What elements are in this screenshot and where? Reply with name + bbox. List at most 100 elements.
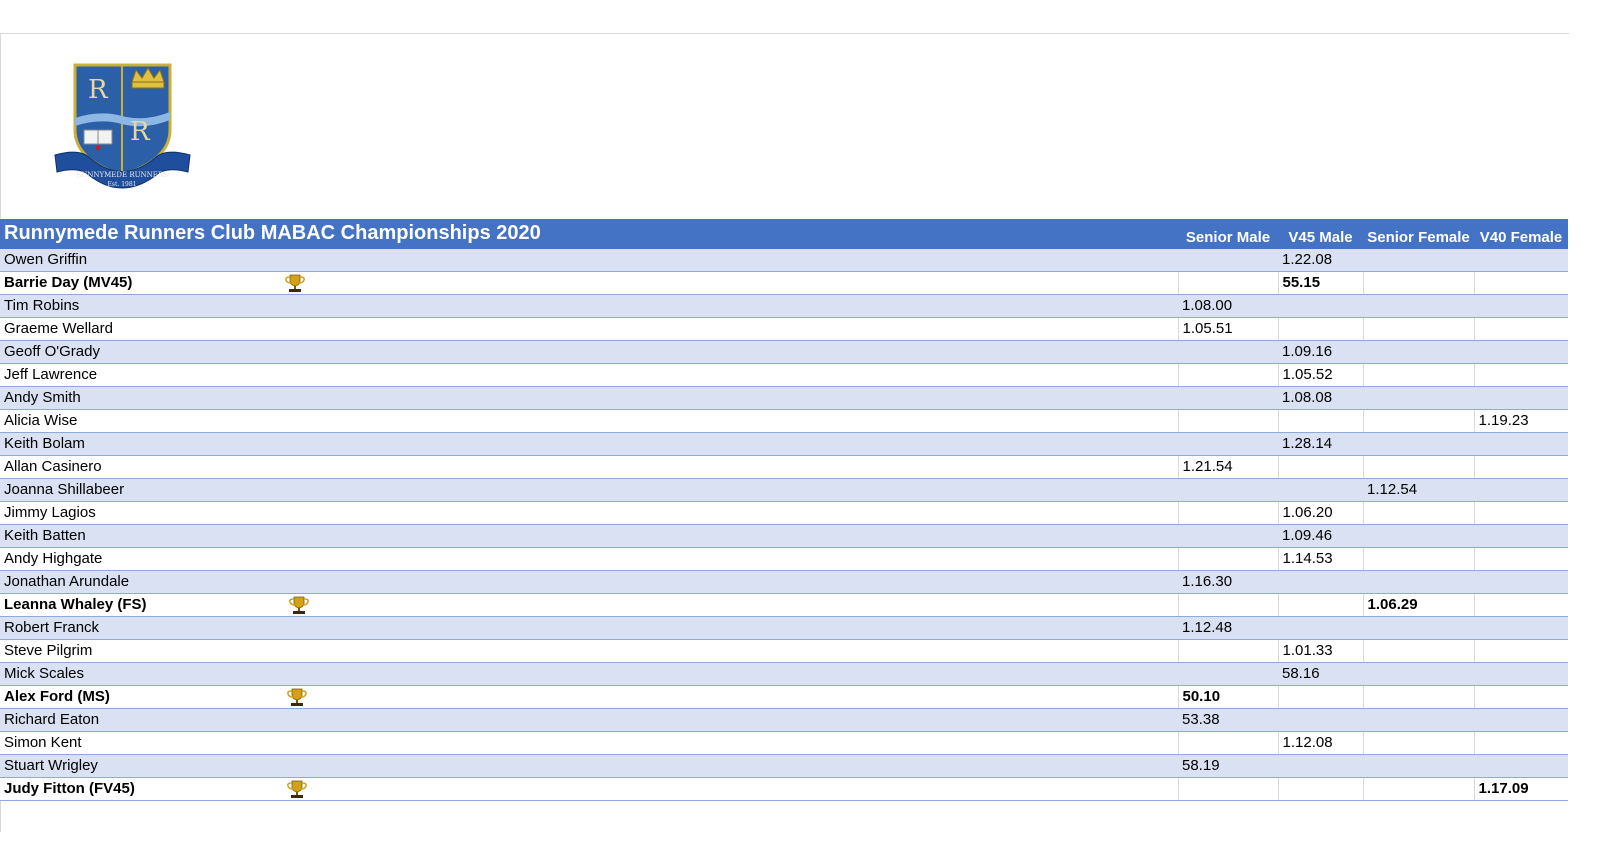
time-cell[interactable] xyxy=(1474,524,1568,548)
time-cell[interactable] xyxy=(1362,777,1474,801)
runner-name-cell[interactable]: Owen Griffin xyxy=(0,248,1178,272)
time-cell[interactable] xyxy=(1362,501,1474,525)
time-cell[interactable] xyxy=(1178,478,1278,502)
time-cell[interactable] xyxy=(1277,685,1363,709)
runner-name-cell[interactable]: Jeff Lawrence xyxy=(0,363,1178,387)
time-cell[interactable]: 1.17.09 xyxy=(1473,777,1568,801)
time-cell[interactable] xyxy=(1178,340,1278,364)
runner-name-cell[interactable]: Graeme Wellard xyxy=(0,317,1178,341)
time-cell[interactable] xyxy=(1473,363,1568,387)
runner-name-cell[interactable]: Robert Franck xyxy=(0,616,1178,640)
time-cell[interactable] xyxy=(1278,616,1363,640)
column-header-v40-female[interactable]: V40 Female xyxy=(1474,219,1568,249)
time-cell[interactable] xyxy=(1278,478,1363,502)
time-cell[interactable] xyxy=(1278,570,1363,594)
time-cell[interactable]: 1.01.33 xyxy=(1277,639,1363,663)
time-cell[interactable] xyxy=(1363,340,1474,364)
time-cell[interactable] xyxy=(1362,363,1474,387)
time-cell[interactable] xyxy=(1474,478,1568,502)
time-cell[interactable] xyxy=(1177,363,1278,387)
time-cell[interactable] xyxy=(1474,386,1568,410)
time-cell[interactable]: 58.16 xyxy=(1278,662,1363,686)
time-cell[interactable] xyxy=(1473,731,1568,755)
time-cell[interactable] xyxy=(1277,455,1363,479)
time-cell[interactable] xyxy=(1363,294,1474,318)
column-header-senior-male[interactable]: Senior Male xyxy=(1178,219,1278,249)
time-cell[interactable]: 1.05.51 xyxy=(1177,317,1278,341)
runner-name-cell[interactable]: Andy Highgate xyxy=(0,547,1178,571)
time-cell[interactable] xyxy=(1177,501,1278,525)
time-cell[interactable]: 1.12.08 xyxy=(1277,731,1363,755)
time-cell[interactable] xyxy=(1178,662,1278,686)
runner-name-cell[interactable]: Joanna Shillabeer xyxy=(0,478,1178,502)
time-cell[interactable] xyxy=(1363,386,1474,410)
runner-name-cell[interactable]: Barrie Day (MV45) xyxy=(0,271,1178,295)
runner-name-cell[interactable]: Keith Batten xyxy=(0,524,1178,548)
time-cell[interactable] xyxy=(1177,409,1278,433)
time-cell[interactable] xyxy=(1363,708,1474,732)
time-cell[interactable] xyxy=(1362,639,1474,663)
time-cell[interactable] xyxy=(1362,409,1474,433)
time-cell[interactable]: 53.38 xyxy=(1178,708,1278,732)
time-cell[interactable] xyxy=(1363,248,1474,272)
time-cell[interactable]: 1.09.16 xyxy=(1278,340,1363,364)
column-header-v45-male[interactable]: V45 Male xyxy=(1278,219,1363,249)
time-cell[interactable] xyxy=(1278,754,1363,778)
time-cell[interactable]: 1.22.08 xyxy=(1278,248,1363,272)
time-cell[interactable] xyxy=(1362,271,1474,295)
runner-name-cell[interactable]: Alex Ford (MS) xyxy=(0,685,1178,709)
time-cell[interactable] xyxy=(1278,708,1363,732)
time-cell[interactable]: 1.08.08 xyxy=(1278,386,1363,410)
time-cell[interactable] xyxy=(1473,639,1568,663)
time-cell[interactable] xyxy=(1473,455,1568,479)
time-cell[interactable] xyxy=(1473,271,1568,295)
time-cell[interactable] xyxy=(1177,547,1278,571)
time-cell[interactable] xyxy=(1474,294,1568,318)
time-cell[interactable]: 55.15 xyxy=(1277,271,1363,295)
time-cell[interactable]: 1.21.54 xyxy=(1177,455,1278,479)
runner-name-cell[interactable]: Alicia Wise xyxy=(0,409,1178,433)
time-cell[interactable] xyxy=(1363,754,1474,778)
time-cell[interactable] xyxy=(1277,593,1363,617)
time-cell[interactable] xyxy=(1362,455,1474,479)
time-cell[interactable] xyxy=(1474,754,1568,778)
time-cell[interactable] xyxy=(1277,409,1363,433)
time-cell[interactable] xyxy=(1362,547,1474,571)
time-cell[interactable]: 1.28.14 xyxy=(1278,432,1363,456)
time-cell[interactable] xyxy=(1363,432,1474,456)
time-cell[interactable] xyxy=(1277,777,1363,801)
time-cell[interactable] xyxy=(1474,248,1568,272)
time-cell[interactable]: 1.05.52 xyxy=(1277,363,1363,387)
time-cell[interactable]: 1.14.53 xyxy=(1277,547,1363,571)
column-header-senior-female[interactable]: Senior Female xyxy=(1363,219,1474,249)
runner-name-cell[interactable]: Judy Fitton (FV45) xyxy=(0,777,1178,801)
time-cell[interactable]: 1.06.20 xyxy=(1277,501,1363,525)
runner-name-cell[interactable]: Mick Scales xyxy=(0,662,1178,686)
time-cell[interactable] xyxy=(1473,547,1568,571)
time-cell[interactable] xyxy=(1474,570,1568,594)
time-cell[interactable] xyxy=(1362,731,1474,755)
time-cell[interactable] xyxy=(1473,501,1568,525)
time-cell[interactable] xyxy=(1474,662,1568,686)
time-cell[interactable]: 1.19.23 xyxy=(1473,409,1568,433)
time-cell[interactable] xyxy=(1277,317,1363,341)
time-cell[interactable] xyxy=(1178,524,1278,548)
time-cell[interactable]: 1.16.30 xyxy=(1178,570,1278,594)
time-cell[interactable] xyxy=(1178,432,1278,456)
time-cell[interactable] xyxy=(1362,317,1474,341)
time-cell[interactable] xyxy=(1473,685,1568,709)
time-cell[interactable] xyxy=(1474,432,1568,456)
time-cell[interactable] xyxy=(1363,570,1474,594)
runner-name-cell[interactable]: Geoff O'Grady xyxy=(0,340,1178,364)
time-cell[interactable] xyxy=(1363,524,1474,548)
runner-name-cell[interactable]: Tim Robins xyxy=(0,294,1178,318)
time-cell[interactable] xyxy=(1362,685,1474,709)
time-cell[interactable] xyxy=(1177,731,1278,755)
time-cell[interactable]: 50.10 xyxy=(1177,685,1278,709)
runner-name-cell[interactable]: Jimmy Lagios xyxy=(0,501,1178,525)
time-cell[interactable] xyxy=(1278,294,1363,318)
time-cell[interactable] xyxy=(1178,248,1278,272)
time-cell[interactable] xyxy=(1177,593,1278,617)
runner-name-cell[interactable]: Steve Pilgrim xyxy=(0,639,1178,663)
time-cell[interactable] xyxy=(1177,639,1278,663)
